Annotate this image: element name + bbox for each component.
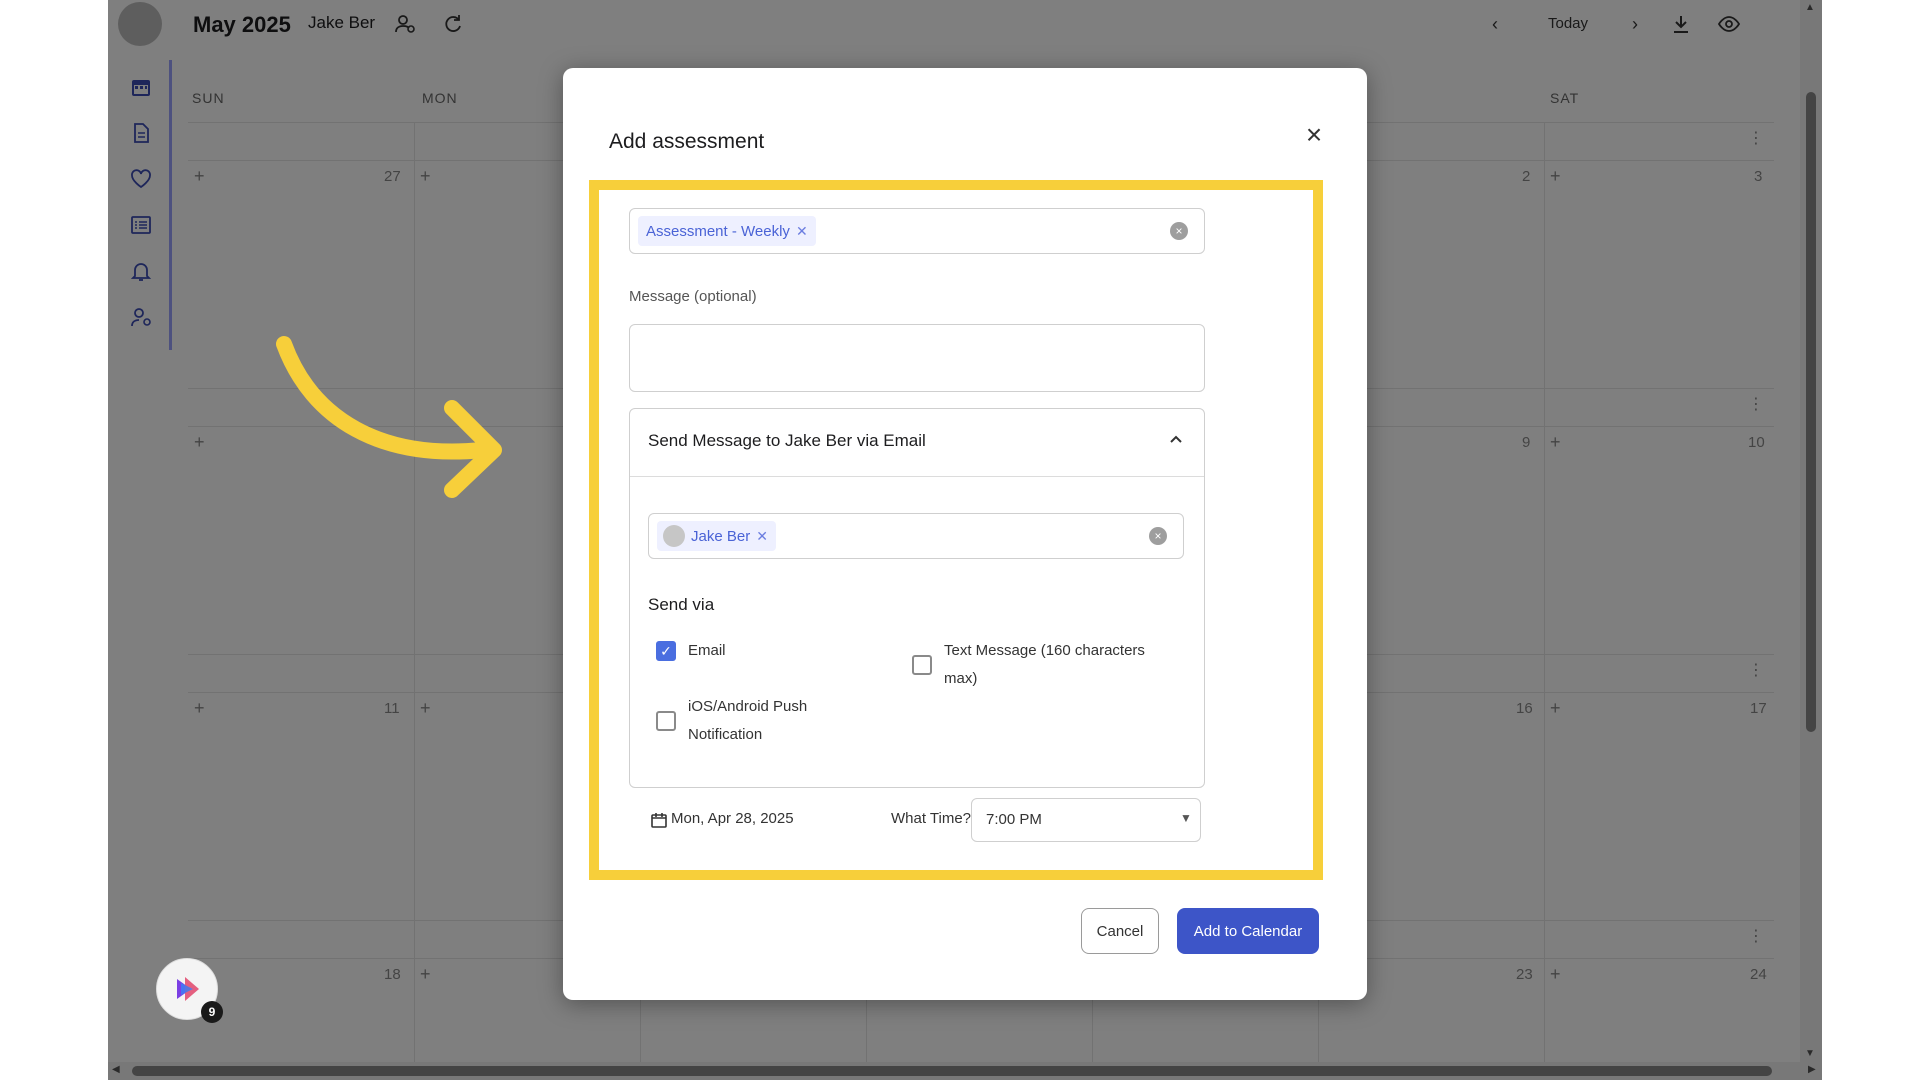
email-checkbox[interactable]: ✓ (656, 641, 676, 661)
message-label: Message (optional) (629, 288, 757, 305)
chat-widget[interactable]: 9 (156, 958, 218, 1020)
date-picker[interactable]: Mon, Apr 28, 2025 (671, 810, 794, 827)
assessment-select[interactable]: Assessment - Weekly ✕ × (629, 208, 1205, 254)
accordion-header[interactable]: Send Message to Jake Ber via Email (630, 409, 1204, 477)
caret-down-icon: ▼ (1180, 811, 1192, 825)
recipient-chip-label: Jake Ber (691, 528, 750, 545)
modal-title: Add assessment (609, 130, 764, 154)
accordion-title: Send Message to Jake Ber via Email (648, 431, 926, 451)
recipient-select[interactable]: Jake Ber ✕ × (648, 513, 1184, 559)
chat-logo-icon (173, 973, 203, 1005)
add-assessment-modal: Add assessment × Assessment - Weekly ✕ × … (563, 68, 1367, 1000)
push-notification-checkbox[interactable] (656, 711, 676, 731)
avatar (663, 525, 685, 547)
remove-chip-icon[interactable]: ✕ (796, 223, 808, 239)
time-select[interactable]: 7:00 PM ▼ (971, 798, 1201, 842)
notification-badge: 9 (201, 1001, 223, 1023)
cancel-button[interactable]: Cancel (1081, 908, 1159, 954)
time-value: 7:00 PM (986, 811, 1042, 828)
time-label: What Time? (891, 810, 971, 827)
clear-icon[interactable]: × (1170, 222, 1188, 240)
remove-chip-icon[interactable]: ✕ (756, 528, 768, 544)
text-message-checkbox[interactable] (912, 655, 932, 675)
assessment-chip: Assessment - Weekly ✕ (638, 216, 816, 246)
send-via-label: Send via (648, 595, 714, 615)
chevron-up-icon[interactable] (1166, 431, 1186, 451)
assessment-chip-label: Assessment - Weekly (646, 223, 790, 240)
clear-icon[interactable]: × (1149, 527, 1167, 545)
email-option-label: Email (688, 637, 726, 665)
send-message-accordion: Send Message to Jake Ber via Email Jake … (629, 408, 1205, 788)
text-message-option-label: Text Message (160 characters max) (944, 637, 1174, 693)
annotation-arrow-icon (272, 330, 512, 510)
close-icon[interactable]: × (1297, 118, 1331, 152)
calendar-icon (651, 812, 667, 828)
push-notification-option-label: iOS/Android Push Notification (688, 693, 838, 749)
recipient-chip: Jake Ber ✕ (657, 521, 776, 551)
highlighted-section: Assessment - Weekly ✕ × Message (optional… (589, 180, 1323, 880)
add-to-calendar-button[interactable]: Add to Calendar (1177, 908, 1319, 954)
message-input[interactable] (629, 324, 1205, 392)
